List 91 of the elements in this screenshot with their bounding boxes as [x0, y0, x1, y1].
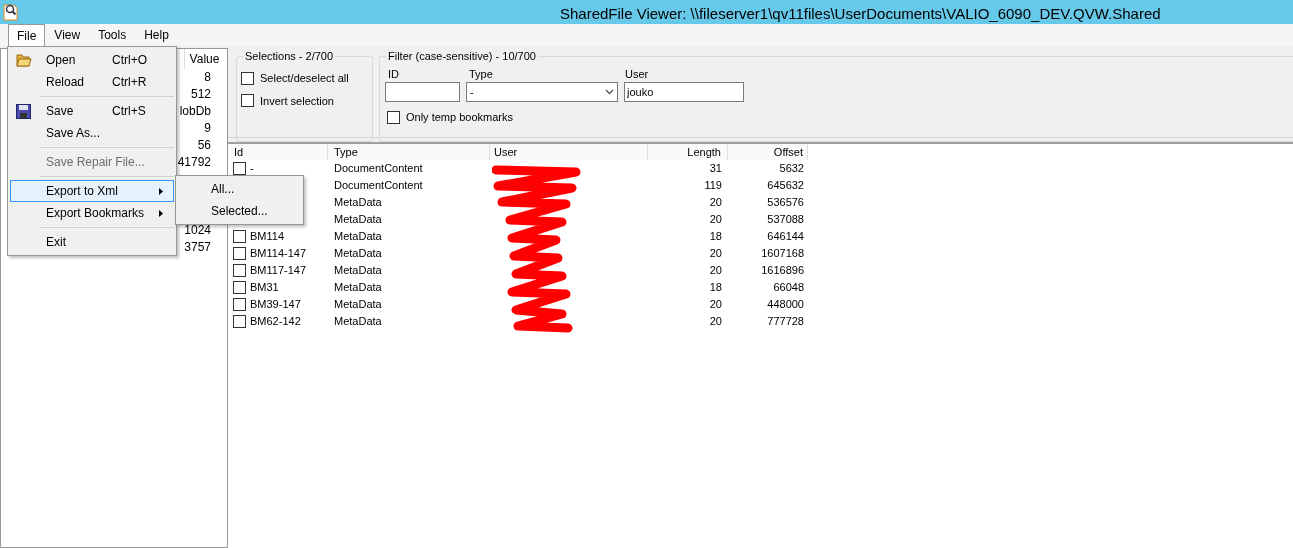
- checkbox[interactable]: [233, 264, 246, 277]
- checkbox[interactable]: [233, 315, 246, 328]
- table-cell-text: DocumentContent: [333, 161, 424, 177]
- table-cell-text: 645632: [766, 178, 805, 194]
- table-cell: 8: [204, 69, 211, 86]
- checkbox-label: Invert selection: [260, 93, 334, 109]
- menu-item[interactable]: Open Ctrl+O: [10, 49, 174, 71]
- table-cell-text: 31: [708, 161, 723, 177]
- table-cell-text: 119: [703, 178, 723, 194]
- checkbox[interactable]: [233, 162, 246, 175]
- menu-item[interactable]: Save As...: [10, 122, 174, 144]
- table-cell-text: 1616896: [760, 263, 805, 279]
- menu-item[interactable]: Selected...: [176, 200, 303, 222]
- menu-item[interactable]: File: [8, 24, 46, 46]
- type-dropdown[interactable]: -: [466, 82, 618, 102]
- field-label: User: [624, 67, 650, 82]
- table-cell-text: 20: [708, 246, 723, 262]
- table-cell: 9: [204, 120, 211, 137]
- field-label: Type: [468, 67, 494, 82]
- column-header[interactable]: Id: [228, 144, 328, 160]
- menu-item[interactable]: Tools: [89, 24, 136, 46]
- group-title: Selections - 2/700: [243, 49, 336, 63]
- checkbox[interactable]: [241, 71, 254, 85]
- field-label: ID: [387, 67, 400, 82]
- checkbox[interactable]: [387, 110, 400, 124]
- checkbox[interactable]: [233, 247, 246, 260]
- table-cell-text: 537088: [766, 212, 805, 228]
- menu-item[interactable]: Save Ctrl+S: [10, 100, 174, 122]
- submenu-arrow-icon: [159, 210, 163, 217]
- chevron-down-icon: [605, 89, 614, 95]
- menu-item[interactable]: Exit: [10, 231, 174, 253]
- table-cell-text: 66048: [772, 280, 805, 296]
- table-cell-text: 5632: [778, 161, 805, 177]
- table-cell-text: MetaData: [333, 229, 383, 245]
- table-cell-text: 1607168: [760, 246, 805, 262]
- group-title: Filter (case-sensitive) - 10/700: [386, 49, 538, 63]
- menu-item[interactable]: Export to Xml: [10, 180, 174, 202]
- checkbox[interactable]: [233, 298, 246, 311]
- table-cell-text: 536576: [766, 195, 805, 211]
- table-cell-text: MetaData: [333, 195, 383, 211]
- id-field[interactable]: [385, 82, 460, 102]
- column-header[interactable]: Type: [328, 144, 490, 160]
- table-cell-text: 20: [708, 297, 723, 313]
- table-cell-text: MetaData: [333, 246, 383, 262]
- checkbox-label: Select/deselect all: [260, 71, 349, 86]
- checkbox[interactable]: [233, 230, 246, 243]
- column-header[interactable]: Offset: [728, 144, 808, 160]
- user-field[interactable]: jouko: [624, 82, 744, 102]
- table-cell-text: MetaData: [333, 263, 383, 279]
- table-cell: 56: [197, 137, 211, 154]
- table-cell-text: MetaData: [333, 297, 383, 313]
- menu-item[interactable]: View: [45, 24, 90, 46]
- table-cell: 1024: [184, 222, 211, 239]
- menu-item[interactable]: Reload Ctrl+R: [10, 71, 174, 93]
- checkbox-label: Only temp bookmarks: [406, 110, 513, 125]
- table-cell-text: BM114: [250, 229, 285, 245]
- table-cell-text: 20: [708, 263, 723, 279]
- table-cell-text: BM62-142: [250, 314, 301, 330]
- menu-item[interactable]: All...: [176, 178, 303, 200]
- checkbox[interactable]: [241, 94, 254, 108]
- folder-icon: [16, 53, 32, 67]
- table-cell-text: 18: [708, 280, 723, 296]
- column-header[interactable]: Length: [648, 144, 728, 160]
- table-cell-text: 646144: [766, 229, 805, 245]
- table-cell-text: MetaData: [333, 280, 383, 296]
- table-cell-text: 20: [708, 195, 723, 211]
- table-cell-text: MetaData: [333, 212, 383, 228]
- table-cell-text: 448000: [766, 297, 805, 313]
- column-header: Value: [184, 49, 224, 69]
- table-cell-text: BM31: [250, 280, 279, 296]
- magnifier-app-icon: [3, 3, 19, 21]
- table-cell-text: BM114-147: [250, 246, 307, 262]
- table-cell-text: 20: [708, 212, 723, 228]
- table-cell-text: MetaData: [333, 314, 383, 330]
- table-cell: 3757: [184, 239, 211, 256]
- table-cell: 41792: [177, 154, 211, 171]
- checkbox[interactable]: [233, 281, 246, 294]
- table-cell: 512: [190, 86, 211, 103]
- menu-item[interactable]: Help: [135, 24, 178, 46]
- table-cell: lobDb: [179, 103, 211, 120]
- menu-item[interactable]: Export Bookmarks: [10, 202, 174, 224]
- table-cell-text: -: [250, 161, 254, 177]
- table-cell-text: BM39-147: [250, 297, 301, 313]
- table-cell-text: BM117-147: [250, 263, 307, 279]
- table-cell-text: 777728: [766, 314, 805, 330]
- table-cell-text: 20: [708, 314, 723, 330]
- table-cell-text: 18: [708, 229, 723, 245]
- window-title: SharedFile Viewer: \\fileserver1\qv11files\UserDocuments\VALIO_6090_DEV.QVW.Shared: [560, 4, 1161, 24]
- submenu-arrow-icon: [159, 188, 163, 195]
- table-cell-text: DocumentContent: [333, 178, 424, 194]
- column-header[interactable]: User: [490, 144, 648, 160]
